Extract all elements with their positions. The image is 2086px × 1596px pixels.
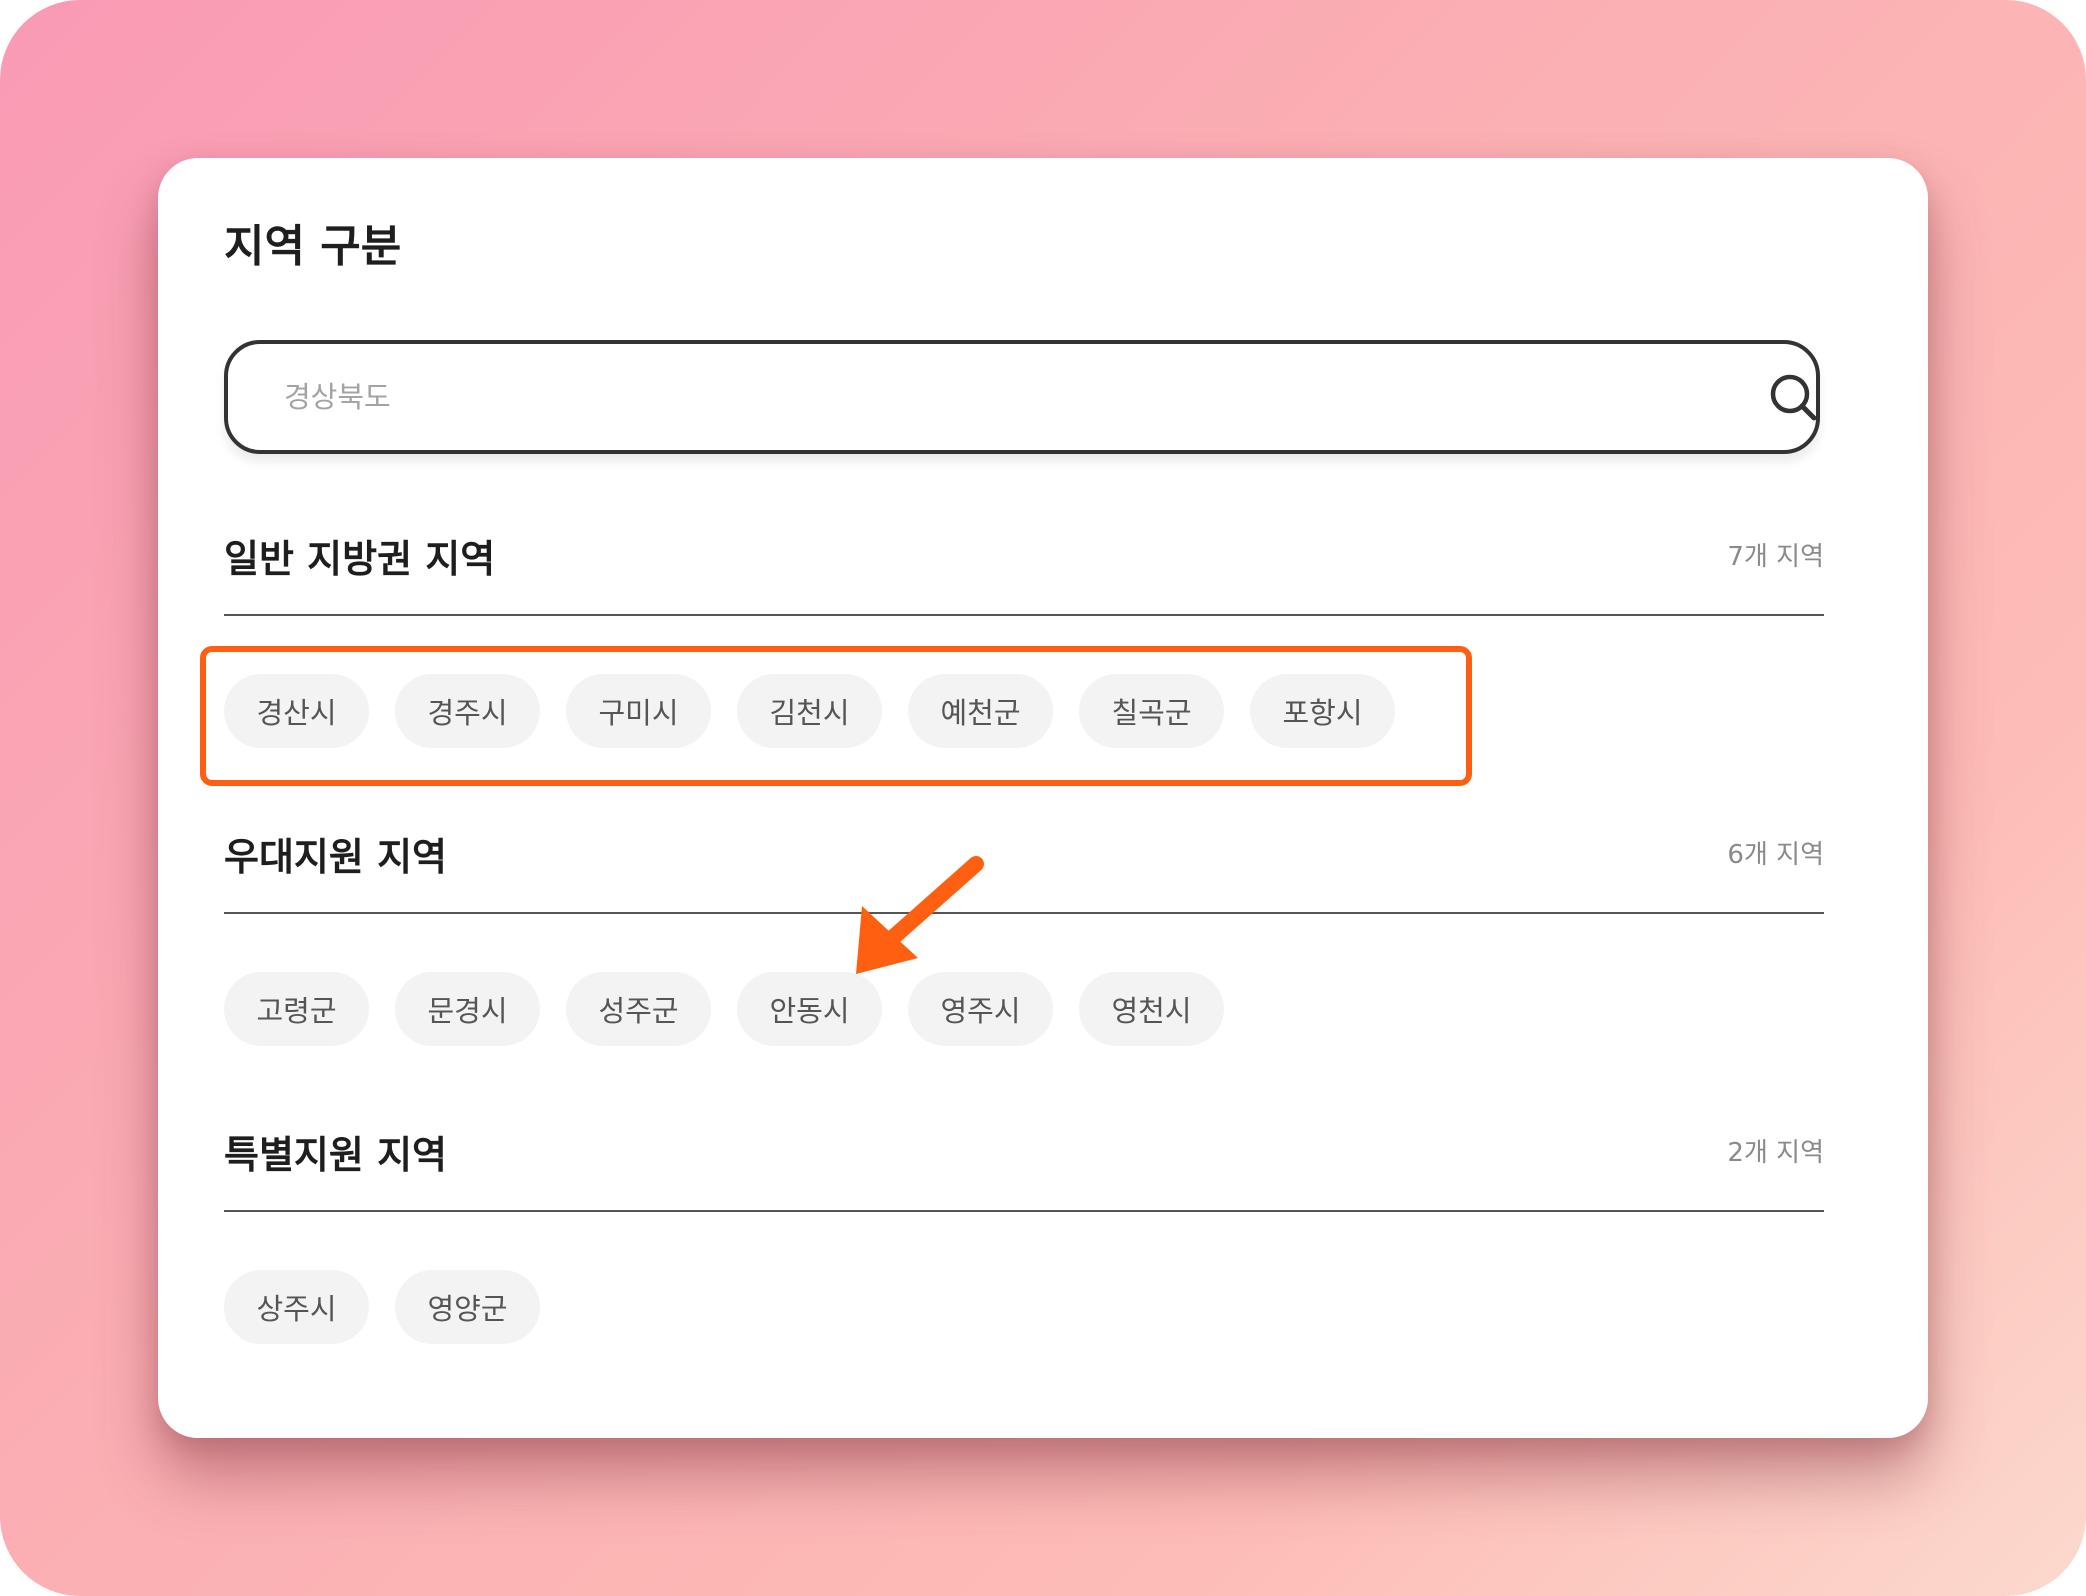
section-title: 특별지원 지역	[224, 1133, 447, 1177]
section-divider	[224, 1210, 1824, 1212]
search-icon[interactable]	[1768, 372, 1820, 424]
section-divider	[224, 912, 1824, 914]
region-chip[interactable]: 경주시	[395, 674, 540, 748]
section-title: 일반 지방권 지역	[224, 537, 496, 581]
section-title: 우대지원 지역	[224, 835, 447, 879]
region-chip[interactable]: 문경시	[395, 972, 540, 1046]
section-count: 7개 지역	[1727, 542, 1824, 572]
region-chip[interactable]: 영주시	[908, 972, 1053, 1046]
region-chip[interactable]: 영천시	[1079, 972, 1224, 1046]
region-chip[interactable]: 성주군	[566, 972, 711, 1046]
search-box[interactable]	[224, 340, 1820, 454]
section-divider	[224, 614, 1824, 616]
region-chip[interactable]: 김천시	[737, 674, 882, 748]
region-chip[interactable]: 상주시	[224, 1270, 369, 1344]
chip-list: 경산시 경주시 구미시 김천시 예천군 칠곡군 포항시	[224, 674, 1395, 748]
page-background: 지역 구분 일반 지방권 지역 7개 지역 경산시 경주시 구미시 김천시 예천…	[0, 0, 2086, 1596]
chip-list: 고령군 문경시 성주군 안동시 영주시 영천시	[224, 972, 1224, 1046]
region-chip[interactable]: 칠곡군	[1079, 674, 1224, 748]
region-chip[interactable]: 안동시	[737, 972, 882, 1046]
chip-list: 상주시 영양군	[224, 1270, 540, 1344]
section-count: 6개 지역	[1727, 840, 1824, 870]
region-chip[interactable]: 예천군	[908, 674, 1053, 748]
section-count: 2개 지역	[1727, 1138, 1824, 1168]
region-card: 지역 구분 일반 지방권 지역 7개 지역 경산시 경주시 구미시 김천시 예천…	[158, 158, 1928, 1438]
search-input[interactable]	[284, 368, 1684, 426]
region-chip[interactable]: 경산시	[224, 674, 369, 748]
arrow-icon	[856, 856, 984, 974]
page-title: 지역 구분	[224, 221, 402, 272]
region-chip[interactable]: 구미시	[566, 674, 711, 748]
region-chip[interactable]: 영양군	[395, 1270, 540, 1344]
region-chip[interactable]: 고령군	[224, 972, 369, 1046]
region-chip[interactable]: 포항시	[1250, 674, 1395, 748]
